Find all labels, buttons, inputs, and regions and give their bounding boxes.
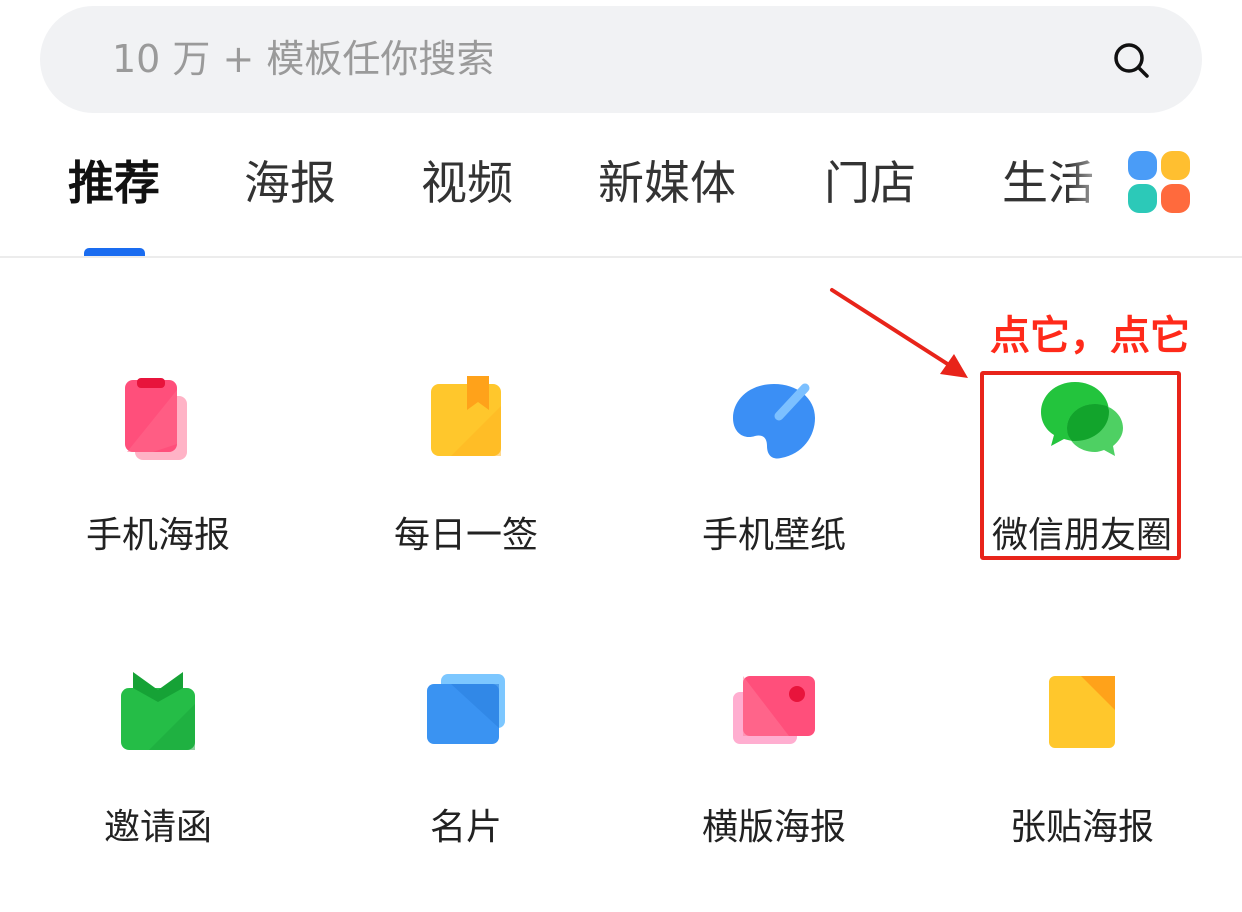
grid-item-label: 名片 — [429, 807, 502, 848]
search-placeholder: 10 万 + 模板任你搜索 — [112, 37, 495, 81]
gift-invitation-icon — [121, 672, 195, 750]
tab-poster[interactable]: 海报 — [244, 150, 336, 216]
tab-store[interactable]: 门店 — [824, 150, 916, 216]
tab-recommend[interactable]: 推荐 — [68, 150, 160, 216]
annotation-highlight-box — [980, 371, 1181, 560]
palette-icon — [733, 383, 815, 459]
category-tabs: 推荐 海报 视频 新媒体 门店 生活 — [0, 130, 1242, 255]
tab-scroll-fade — [1068, 150, 1118, 230]
divider — [0, 256, 1242, 258]
grid-item-label: 张贴海报 — [1009, 807, 1154, 848]
search-bar[interactable]: 10 万 + 模板任你搜索 — [40, 6, 1202, 113]
daily-sign-icon — [431, 376, 501, 456]
tab-video[interactable]: 视频 — [421, 150, 513, 216]
grid-item-label: 横版海报 — [701, 807, 846, 848]
annotation-arrow — [830, 288, 968, 378]
business-card-icon — [427, 674, 505, 744]
grid-apps-icon[interactable] — [1128, 151, 1190, 213]
grid-item-label: 手机壁纸 — [701, 515, 846, 556]
tab-new-media[interactable]: 新媒体 — [598, 150, 736, 216]
paste-poster-icon — [1049, 676, 1115, 748]
grid-item-label: 邀请函 — [103, 807, 212, 848]
phone-poster-icon — [125, 378, 187, 460]
annotation-text: 点它，点它 — [990, 313, 1190, 359]
search-icon[interactable] — [1112, 41, 1152, 81]
landscape-poster-icon — [733, 676, 815, 744]
grid-item-label: 每日一签 — [393, 515, 538, 556]
grid-item-label: 手机海报 — [85, 515, 230, 556]
